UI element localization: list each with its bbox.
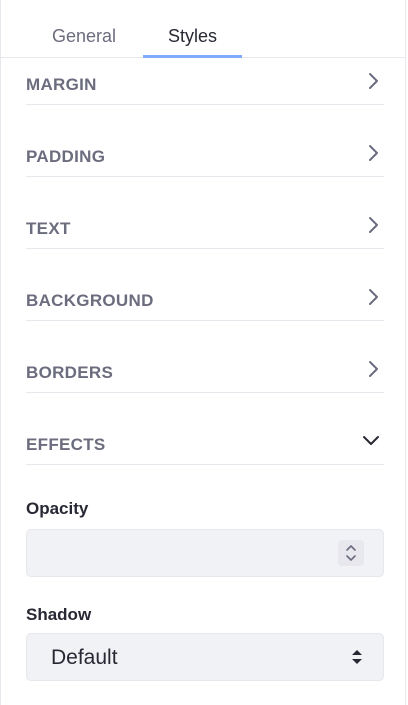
shadow-select-value: Default <box>51 646 118 669</box>
section-effects[interactable]: EFFECTS <box>26 393 384 465</box>
chevron-right-icon <box>369 73 378 89</box>
styles-panel: General Styles MARGIN PADDING TEXT BACKG… <box>0 0 406 705</box>
chevron-right-icon <box>369 361 378 377</box>
shadow-select[interactable]: Default <box>26 633 384 681</box>
opacity-label: Opacity <box>26 499 89 518</box>
opacity-input[interactable] <box>26 529 384 577</box>
chevron-right-icon <box>369 217 378 233</box>
section-padding[interactable]: PADDING <box>26 105 384 177</box>
section-margin-label: MARGIN <box>26 75 97 94</box>
section-borders[interactable]: BORDERS <box>26 321 384 393</box>
section-text-label: TEXT <box>26 219 71 238</box>
stepper-arrows-icon <box>346 545 356 561</box>
chevron-right-icon <box>369 289 378 305</box>
section-background[interactable]: BACKGROUND <box>26 249 384 321</box>
section-text[interactable]: TEXT <box>26 177 384 249</box>
section-effects-label: EFFECTS <box>26 435 106 454</box>
section-borders-label: BORDERS <box>26 363 114 382</box>
section-background-label: BACKGROUND <box>26 291 154 310</box>
section-padding-label: PADDING <box>26 147 106 166</box>
quantity-stepper[interactable] <box>338 540 364 566</box>
section-margin[interactable]: MARGIN <box>26 33 384 105</box>
chevron-right-icon <box>369 145 378 161</box>
select-caret-icon <box>352 650 362 664</box>
chevron-down-icon <box>363 436 379 445</box>
shadow-label: Shadow <box>26 605 92 624</box>
